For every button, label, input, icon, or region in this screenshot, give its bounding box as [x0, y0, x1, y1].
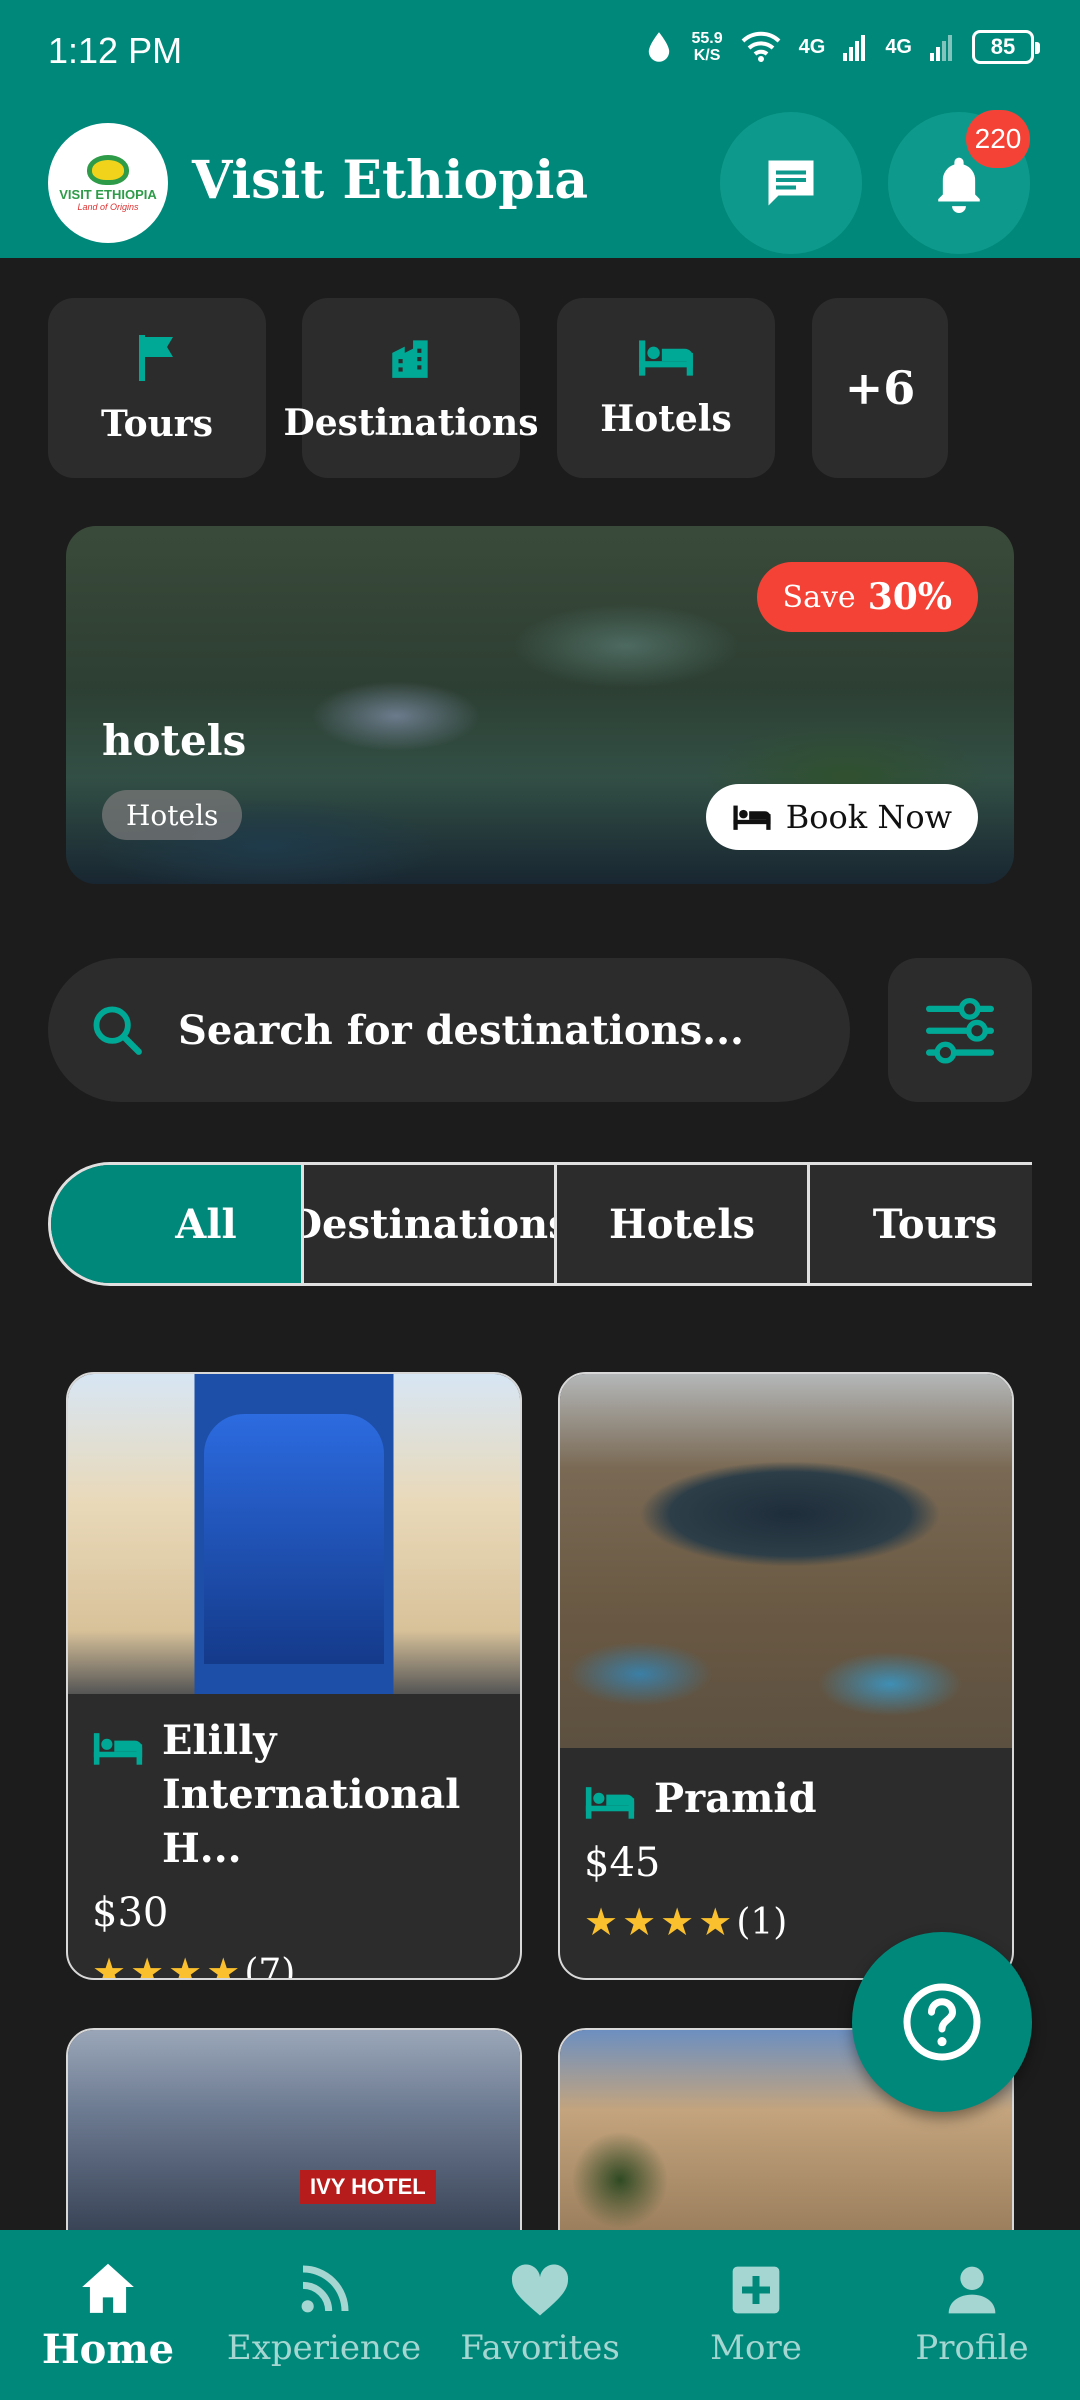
quick-link-label: Tours — [100, 403, 214, 445]
nav-more[interactable]: More — [648, 2230, 864, 2400]
hotel-sign: IVY HOTEL — [300, 2170, 436, 2204]
listing-body: Pramid $45 ★ ★ ★ ★ (1) — [584, 1772, 992, 1944]
notifications-button[interactable]: 220 — [888, 110, 1030, 254]
home-icon — [82, 2263, 134, 2313]
nav-label: Experience — [226, 2328, 422, 2368]
signal-icon-2 — [930, 35, 952, 61]
status-time: 1:12 PM — [48, 30, 183, 71]
notification-badge: 220 — [966, 110, 1030, 168]
category-tabs: All Destinations Hotels Tours — [48, 1162, 1032, 1286]
rss-icon — [301, 2265, 349, 2313]
listing-name: Elilly International H... — [162, 1717, 461, 1872]
logo-text: VISIT ETHIOPIA — [59, 186, 157, 202]
app-logo: VISIT ETHIOPIA Land of Origins — [48, 123, 168, 243]
nav-experience[interactable]: Experience — [216, 2230, 432, 2400]
search-icon — [93, 1006, 142, 1055]
tab-destinations[interactable]: Destinations — [304, 1165, 557, 1283]
listing-image — [68, 2030, 520, 2230]
search-input[interactable] — [178, 1006, 818, 1054]
star-icon: ★ — [130, 1950, 165, 1980]
heart-icon — [511, 2264, 569, 2316]
signal-icon-1 — [843, 35, 866, 61]
quick-link-tours[interactable]: Tours — [48, 298, 266, 478]
book-now-label: Book Now — [785, 798, 952, 836]
discount-word: Save — [782, 579, 856, 615]
nav-label: More — [710, 2328, 802, 2368]
listing-price: $45 — [584, 1840, 661, 1886]
help-icon — [903, 1983, 981, 2061]
quick-link-more[interactable]: +6 — [812, 298, 948, 478]
filter-button[interactable] — [888, 958, 1032, 1102]
chat-icon — [768, 160, 814, 206]
star-icon: ★ — [206, 1950, 241, 1980]
star-icon: ★ — [660, 1900, 695, 1944]
promo-banner[interactable]: Save 30% hotels Hotels Book Now — [66, 526, 1014, 884]
wifi-icon — [741, 31, 781, 62]
nav-label: Home — [41, 2325, 175, 2373]
nav-label: Favorites — [460, 2328, 620, 2368]
listing-rating: ★ ★ ★ ★ (7) — [92, 1950, 500, 1980]
nav-profile[interactable]: Profile — [864, 2230, 1080, 2400]
app-header: 1:12 PM 55.9 K/S 4G 4G 85 VISIT ETHIOPIA… — [0, 0, 1080, 258]
logo-mark — [87, 154, 129, 185]
tab-tours[interactable]: Tours — [810, 1165, 1032, 1283]
tab-all[interactable]: All — [51, 1165, 304, 1283]
star-icon: ★ — [622, 1900, 657, 1944]
bed-icon — [733, 805, 771, 830]
sliders-icon — [926, 997, 994, 1064]
star-icon: ★ — [698, 1900, 733, 1944]
star-icon: ★ — [168, 1950, 203, 1980]
rating-count: (1) — [736, 1901, 788, 1943]
rating-count: (7) — [244, 1951, 296, 1980]
listing-body: Elilly International H... $30 ★ ★ ★ ★ (7) — [92, 1714, 500, 1980]
flag-icon — [139, 335, 173, 381]
listing-name: Pramid — [654, 1775, 817, 1822]
plus-box-icon — [732, 2266, 780, 2314]
bottom-navigation: Home Experience Favorites More Profile — [0, 2230, 1080, 2400]
quick-link-label: Hotels — [600, 398, 732, 440]
messages-button[interactable] — [720, 112, 862, 254]
network-speed: 55.9 K/S — [691, 30, 723, 64]
more-count: +6 — [844, 361, 916, 415]
nav-home[interactable]: Home — [0, 2230, 216, 2400]
listing-card[interactable]: Pramid $45 ★ ★ ★ ★ (1) — [558, 1372, 1014, 1980]
star-icon: ★ — [92, 1950, 127, 1980]
quick-link-hotels[interactable]: Hotels — [557, 298, 775, 478]
listing-price: $30 — [92, 1890, 169, 1936]
status-icons: 55.9 K/S 4G 4G 85 — [645, 30, 1040, 64]
help-button[interactable] — [852, 1932, 1032, 2112]
bed-icon — [639, 340, 693, 376]
bed-icon — [93, 1733, 143, 1765]
star-icon: ★ — [584, 1900, 619, 1944]
discount-badge: Save 30% — [756, 562, 978, 632]
data-saver-icon — [649, 32, 670, 62]
listing-card[interactable]: Elilly International H... $30 ★ ★ ★ ★ (7) — [66, 1372, 522, 1980]
listing-image — [560, 1374, 1012, 1748]
book-now-button[interactable]: Book Now — [705, 784, 978, 850]
person-icon — [948, 2266, 996, 2314]
quick-link-label: Destinations — [283, 402, 539, 444]
quick-link-destinations[interactable]: Destinations — [284, 298, 538, 478]
network-4g-2: 4G — [885, 35, 912, 58]
search-bar[interactable] — [48, 958, 850, 1102]
battery-icon: 85 — [972, 30, 1040, 64]
logo-subtitle: Land of Origins — [77, 201, 139, 212]
listing-image — [68, 1374, 520, 1694]
app-title: Visit Ethiopia — [192, 150, 589, 211]
network-4g-1: 4G — [798, 35, 826, 58]
nav-favorites[interactable]: Favorites — [432, 2230, 648, 2400]
building-icon — [392, 340, 428, 378]
banner-category-tag: Hotels — [102, 790, 243, 840]
banner-title: hotels — [102, 716, 247, 765]
tab-hotels[interactable]: Hotels — [557, 1165, 810, 1283]
nav-label: Profile — [915, 2328, 1029, 2368]
discount-percent: 30% — [867, 576, 952, 618]
bed-icon — [585, 1787, 635, 1819]
